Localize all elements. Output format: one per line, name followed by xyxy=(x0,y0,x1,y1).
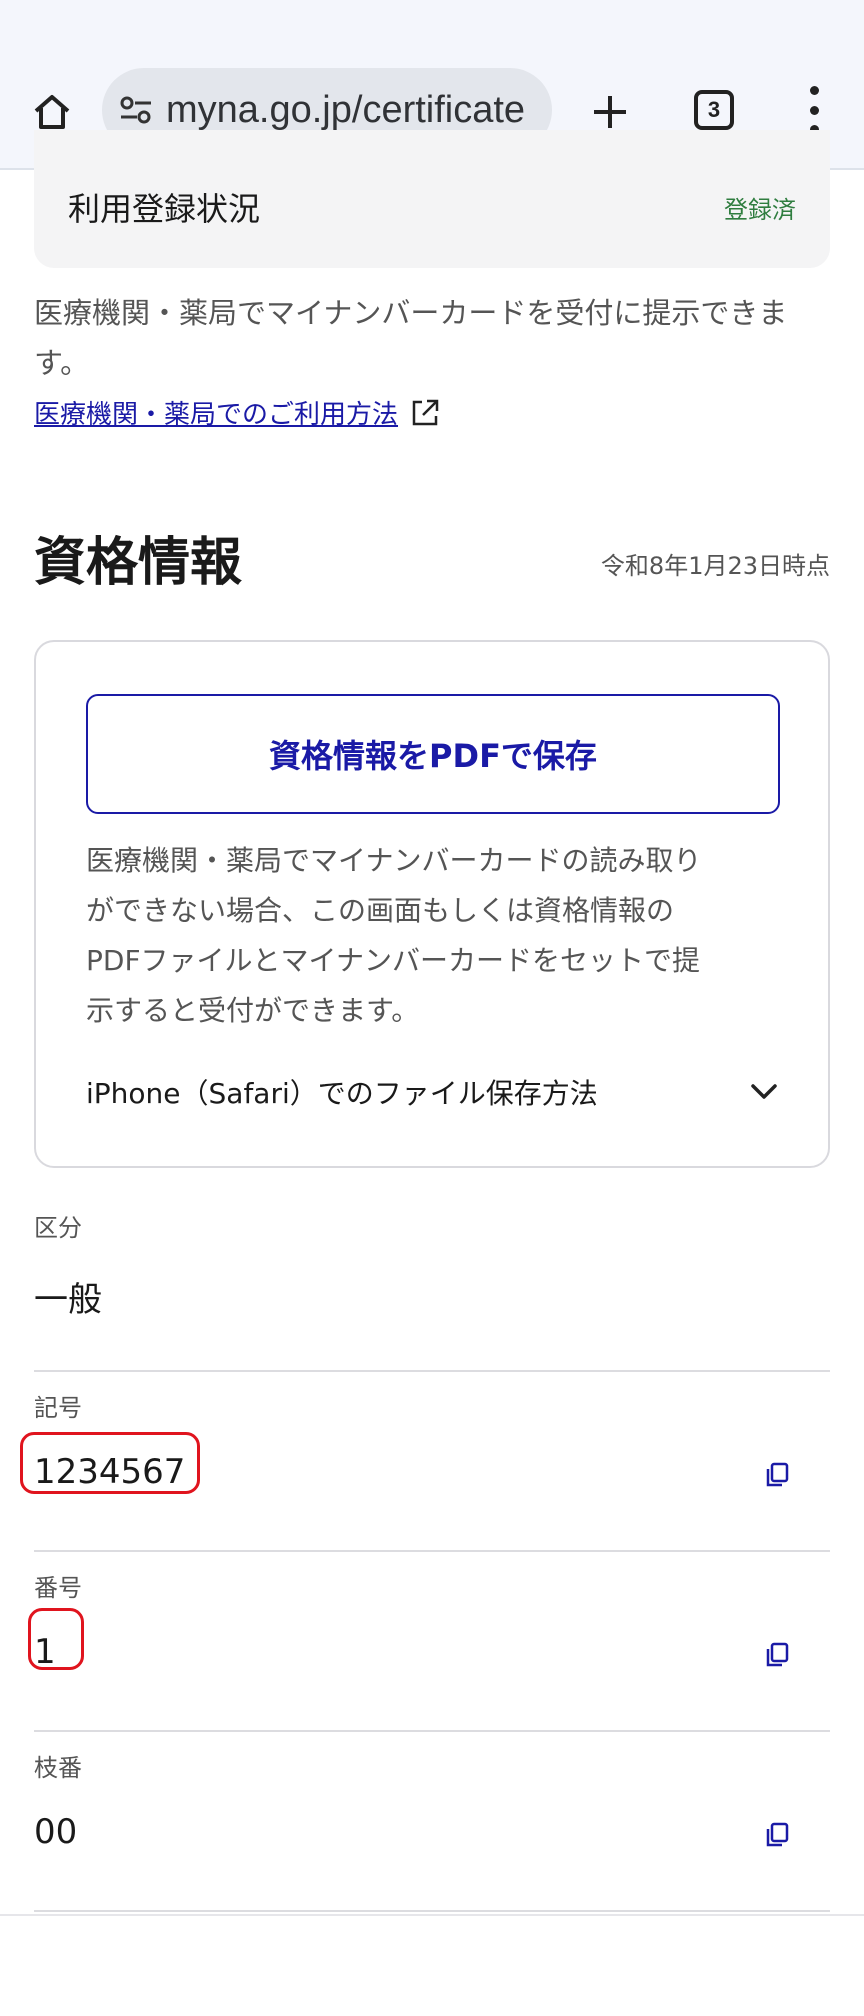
section-title: 資格情報 xyxy=(34,533,243,593)
external-link-icon xyxy=(410,398,440,428)
field-bangou: 番号 1 xyxy=(34,1552,830,1732)
highlight-bangou xyxy=(28,1608,84,1670)
save-pdf-button[interactable]: 資格情報をPDFで保存 xyxy=(86,694,780,814)
registration-label: 利用登録状況 xyxy=(68,190,261,228)
usage-note: 医療機関・薬局でマイナンバーカードを受付に提示できま す。 xyxy=(34,296,788,380)
site-settings-icon[interactable] xyxy=(116,90,156,130)
registration-status: 登録済 xyxy=(724,196,796,224)
bottom-divider xyxy=(0,1914,864,1916)
field-value: 一般 xyxy=(34,1280,102,1320)
home-icon[interactable] xyxy=(30,90,74,134)
accordion-label: iPhone（Safari）でのファイル保存方法 xyxy=(86,1077,598,1110)
field-label: 区分 xyxy=(34,1214,82,1242)
field-kubun: 区分 一般 xyxy=(34,1192,830,1372)
copy-icon[interactable] xyxy=(760,1818,794,1852)
url-text[interactable]: myna.go.jp/certificate xyxy=(166,89,525,132)
field-edaban: 枝番 00 xyxy=(34,1732,830,1912)
tab-count: 3 xyxy=(707,97,721,122)
field-label: 記号 xyxy=(34,1394,82,1422)
field-label: 番号 xyxy=(34,1574,82,1602)
copy-icon[interactable] xyxy=(760,1638,794,1672)
new-tab-icon[interactable] xyxy=(586,88,634,136)
pdf-description: 医療機関・薬局でマイナンバーカードの読み取り ができない場合、この画面もしくは資… xyxy=(86,844,702,1027)
tab-switcher-icon[interactable]: 3 xyxy=(694,90,734,130)
field-value: 00 xyxy=(34,1812,78,1852)
field-label: 枝番 xyxy=(34,1754,82,1782)
pdf-card: 資格情報をPDFで保存 医療機関・薬局でマイナンバーカードの読み取り ができない… xyxy=(34,640,830,1168)
safari-save-accordion[interactable]: iPhone（Safari）でのファイル保存方法 xyxy=(86,1062,780,1122)
as-of-date: 令和8年1月23日時点 xyxy=(600,552,830,580)
copy-icon[interactable] xyxy=(760,1458,794,1492)
usage-method-link[interactable]: 医療機関・薬局でのご利用方法 xyxy=(34,394,440,431)
highlight-kigou xyxy=(20,1432,200,1494)
usage-method-link-label: 医療機関・薬局でのご利用方法 xyxy=(34,400,399,430)
registration-status-card: 利用登録状況 登録済 xyxy=(34,130,830,268)
chevron-down-icon xyxy=(748,1076,780,1108)
more-menu-icon[interactable] xyxy=(800,86,828,134)
